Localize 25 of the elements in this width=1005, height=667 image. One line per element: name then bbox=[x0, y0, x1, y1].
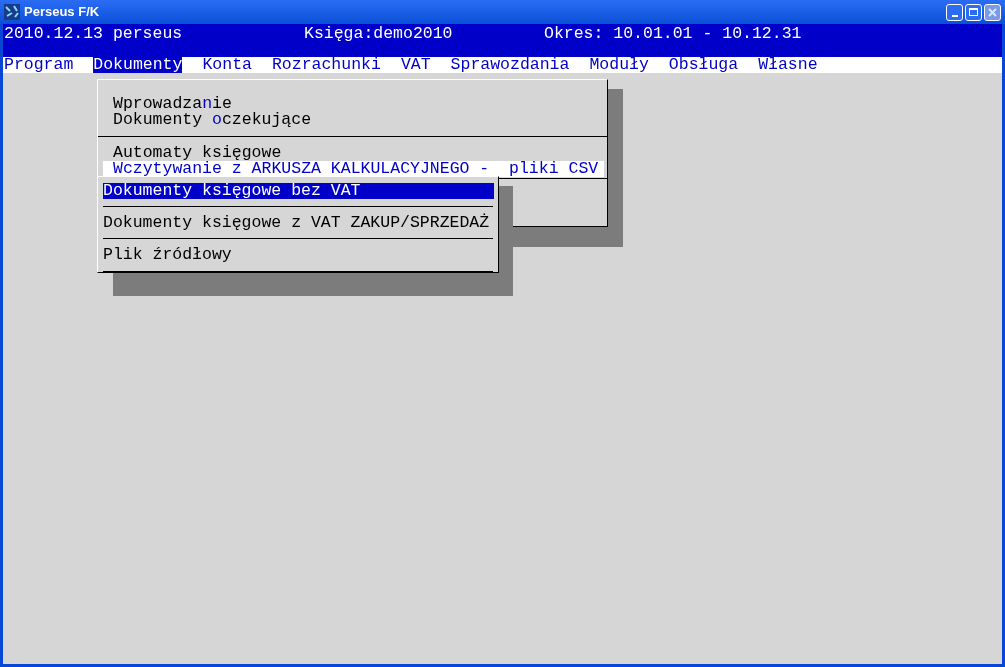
dropdown-item[interactable]: Wprowadzanie bbox=[103, 96, 604, 112]
submenu-item[interactable]: Plik źródłowy bbox=[103, 247, 494, 263]
window-title: Perseus F/K bbox=[24, 3, 100, 22]
menu-bar-item[interactable]: VAT bbox=[400, 57, 431, 73]
dropdown-item[interactable]: Automaty księgowe bbox=[103, 145, 604, 161]
menu-bar-item[interactable]: Moduły bbox=[589, 57, 649, 73]
menu-bar-item[interactable]: Konta bbox=[202, 57, 252, 73]
menu-bar-item[interactable]: Rozrachunki bbox=[271, 57, 381, 73]
menu-bar-item[interactable]: Dokumenty bbox=[93, 57, 183, 73]
menu-bar-item[interactable]: Własne bbox=[758, 57, 818, 73]
period-label: Okres: 10.01.01 - 10.12.31 bbox=[544, 26, 802, 42]
menu-bar-item[interactable]: Program bbox=[4, 57, 74, 73]
menu-bar-item[interactable]: Obsługa bbox=[668, 57, 739, 73]
submenu-item[interactable]: Dokumenty księgowe z VAT ZAKUP/SPRZEDAŻ bbox=[103, 215, 494, 231]
maximize-button[interactable] bbox=[965, 3, 982, 21]
app-icon bbox=[4, 4, 20, 20]
dropdown-item[interactable]: Dokumenty oczekujące bbox=[103, 112, 604, 128]
minimize-button[interactable] bbox=[946, 3, 963, 21]
dropdown-item[interactable]: Wczytywanie z ARKUSZA KALKULACYJNEGO - pliki CSV bbox=[103, 161, 604, 177]
book-label: Księga:demo2010 bbox=[304, 26, 454, 42]
close-icon bbox=[988, 7, 997, 17]
date-user-label: 2010.12.13 perseus bbox=[4, 26, 184, 42]
close-button[interactable] bbox=[984, 3, 1001, 21]
menu-bar-item[interactable]: Sprawozdania bbox=[450, 57, 570, 73]
submenu-item[interactable]: Dokumenty księgowe bez VAT bbox=[103, 183, 494, 199]
